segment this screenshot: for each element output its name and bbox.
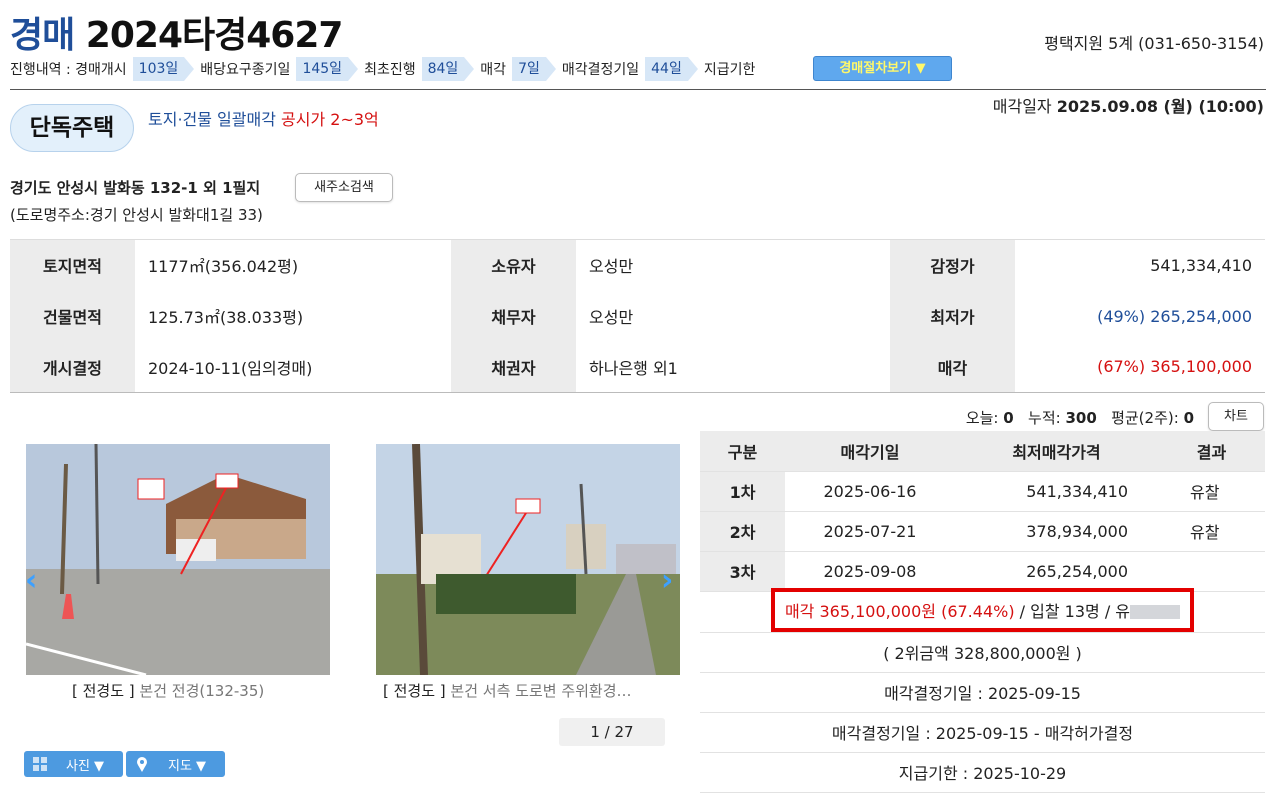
court-info: 평택지원 5계 (031-650-3154) xyxy=(1044,34,1264,53)
column-header: 결과 xyxy=(1158,431,1265,472)
price-cell: 541,334,410 xyxy=(955,471,1158,512)
info-value: 오성만 xyxy=(589,308,634,327)
step-label: 최초진행 xyxy=(364,62,416,78)
info-value: 2024-10-11(임의경매) xyxy=(148,358,313,378)
info-value: 1177㎡(356.042평) xyxy=(148,257,299,277)
price-cell: 265,254,000 xyxy=(955,551,1158,592)
property-photo[interactable] xyxy=(26,444,330,675)
column-header: 매각기일 xyxy=(785,431,955,472)
public-price: 공시가 2~3억 xyxy=(281,110,379,129)
sale-price: (67%) 365,100,000 xyxy=(1097,357,1252,377)
table-row: 지급기한 : 2025-10-29 xyxy=(700,752,1265,793)
minimum-price: (49%) 265,254,000 xyxy=(1097,306,1252,326)
table-row: 2차 2025-07-21 378,934,000 유찰 xyxy=(700,511,1265,552)
property-type-badge: 단독주택 xyxy=(10,104,134,152)
step-days: 7일 xyxy=(512,57,556,81)
info-header: 감정가 xyxy=(890,239,1015,291)
table-row: 매각결정기일 : 2025-09-15 - 매각허가결정 xyxy=(700,712,1265,753)
map-pin-icon xyxy=(134,756,150,772)
step-days: 103일 xyxy=(132,57,194,81)
result-cell: 유찰 xyxy=(1158,511,1265,552)
result-cell xyxy=(1158,551,1265,592)
round-cell: 3차 xyxy=(700,551,785,592)
sale-scope: 토지·건물 일괄매각 xyxy=(148,110,276,129)
table-row: 토지면적 1177㎡(356.042평) 소유자 오성만 감정가 541,334… xyxy=(10,239,1265,291)
photo-caption: [ 전경도 ] 본건 전경(132-35) xyxy=(72,682,265,700)
info-header: 채권자 xyxy=(451,341,576,393)
second-bid: ( 2위금액 328,800,000원 ) xyxy=(700,632,1265,673)
column-header: 최저매각가격 xyxy=(955,431,1158,472)
date-cell: 2025-09-08 xyxy=(785,551,955,592)
info-value: 125.73㎡(38.033평) xyxy=(148,308,304,327)
table-row: 개시결정 2024-10-11(임의경매) 채권자 하나은행 외1 매각 (67… xyxy=(10,341,1265,393)
step-label: 매각 xyxy=(480,62,507,78)
column-header: 구분 xyxy=(700,431,785,472)
appraisal-price: 541,334,410 xyxy=(1150,255,1252,275)
table-header-row: 구분 매각기일 최저매각가격 결과 xyxy=(700,431,1265,472)
table-row: 3차 2025-09-08 265,254,000 xyxy=(700,551,1265,592)
info-header: 매각 xyxy=(890,341,1015,393)
table-row: 건물면적 125.73㎡(38.033평) 채무자 오성만 최저가 (49%) … xyxy=(10,290,1265,342)
step-label: 지급기한 xyxy=(703,62,756,78)
date-cell: 2025-07-21 xyxy=(785,511,955,552)
redacted-name xyxy=(1130,605,1181,619)
table-row: ( 2위금액 328,800,000원 ) xyxy=(700,632,1265,673)
photo-menu-button[interactable]: 사진 ▼ xyxy=(24,751,123,777)
table-row: 매각결정기일 : 2025-09-15 xyxy=(700,672,1265,713)
info-header: 건물면적 xyxy=(10,290,135,342)
case-number: 2024타경4627 xyxy=(85,15,344,56)
auction-procedure-button[interactable]: 경매절차보기 ▼ xyxy=(813,56,952,81)
step-days: 44일 xyxy=(645,57,698,81)
chart-button[interactable]: 차트 xyxy=(1208,402,1264,431)
price-cell: 378,934,000 xyxy=(955,511,1158,552)
map-button-label: 지도 ▼ xyxy=(168,758,207,774)
result-cell: 유찰 xyxy=(1158,471,1265,512)
property-address: 경기도 안성시 발화동 132-1 외 1필지 xyxy=(10,179,261,197)
round-cell: 2차 xyxy=(700,511,785,552)
sale-result-row: 매각 365,100,000원 (67.44%) / 입찰 13명 / 유 xyxy=(700,587,1265,633)
bidder-count: / 입찰 13명 / 유 xyxy=(1014,601,1131,621)
step-days: 84일 xyxy=(421,57,474,81)
decision-date: 매각결정기일 : 2025-09-15 xyxy=(700,672,1265,713)
payment-deadline: 지급기한 : 2025-10-29 xyxy=(700,752,1265,793)
photo-caption: [ 전경도 ] 본건 서측 도로변 주위환경… xyxy=(383,682,632,700)
progress-prefix: 진행내역 : 경매개시 xyxy=(10,62,127,78)
prev-photo-arrow-icon[interactable]: ‹ xyxy=(25,563,37,598)
info-value: 하나은행 외1 xyxy=(589,358,678,378)
sale-result-highlight: 매각 365,100,000원 (67.44%) / 입찰 13명 / 유 xyxy=(770,587,1195,632)
info-header: 소유자 xyxy=(451,239,576,291)
property-photo[interactable] xyxy=(376,444,680,675)
divider xyxy=(10,89,1266,90)
info-header: 개시결정 xyxy=(10,341,135,393)
decision-result: 매각결정기일 : 2025-09-15 - 매각허가결정 xyxy=(700,712,1265,753)
date-cell: 2025-06-16 xyxy=(785,471,955,512)
progress-timeline: 진행내역 : 경매개시 103일 배당요구종기일 145일 최초진행 84일 매… xyxy=(10,57,761,81)
view-stats: 오늘: 0 누적: 300 평균(2주): 0 xyxy=(965,409,1194,427)
map-menu-button[interactable]: 지도 ▼ xyxy=(126,751,225,777)
photo-button-label: 사진 ▼ xyxy=(66,758,105,774)
case-title-keyword: 경매 xyxy=(10,15,75,56)
info-header: 토지면적 xyxy=(10,239,135,291)
info-value: 오성만 xyxy=(589,257,634,277)
info-header: 최저가 xyxy=(890,290,1015,342)
step-label: 배당요구종기일 xyxy=(200,62,291,78)
round-cell: 1차 xyxy=(700,471,785,512)
next-photo-arrow-icon[interactable]: › xyxy=(661,563,673,598)
sale-result: 매각 365,100,000원 (67.44%) xyxy=(784,601,1015,621)
info-header: 채무자 xyxy=(451,290,576,342)
case-title: 경매 2024타경4627 xyxy=(10,6,344,58)
property-info-table: 토지면적 1177㎡(356.042평) 소유자 오성만 감정가 541,334… xyxy=(10,239,1265,393)
step-days: 145일 xyxy=(296,57,358,81)
auction-history-table: 구분 매각기일 최저매각가격 결과 1차 2025-06-16 541,334,… xyxy=(700,431,1265,793)
grid-icon xyxy=(32,756,48,772)
step-label: 매각결정기일 xyxy=(561,62,640,78)
road-address: (도로명주소:경기 안성시 발화대1길 33) xyxy=(10,206,263,224)
photo-pager: 1 / 27 xyxy=(559,718,665,746)
new-address-search-button[interactable]: 새주소검색 xyxy=(295,173,393,202)
table-row: 1차 2025-06-16 541,334,410 유찰 xyxy=(700,471,1265,512)
property-description: 토지·건물 일괄매각 공시가 2~3억 xyxy=(148,106,379,130)
auction-date: 매각일자 2025.09.08 (월) (10:00) xyxy=(992,97,1264,116)
